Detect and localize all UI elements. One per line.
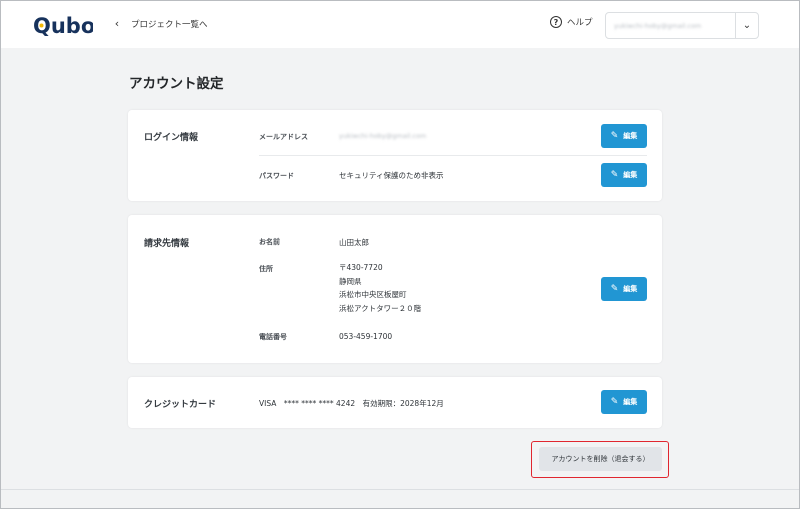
credit-card-value: VISA **** **** **** 4242 有効期限：2028年12月	[259, 399, 444, 408]
help-label: ヘルプ	[567, 18, 593, 28]
edit-label: 編集	[623, 171, 638, 179]
address-city: 浜松市中央区板屋町	[339, 290, 407, 299]
address-label: 住所	[259, 265, 273, 273]
pencil-icon: ✎	[610, 131, 619, 141]
address-postal: 〒430-7720	[339, 263, 383, 272]
back-label: プロジェクト一覧へ	[131, 19, 208, 30]
chevron-down-icon[interactable]: ⌄	[736, 20, 758, 31]
email-label: メールアドレス	[259, 133, 308, 141]
delete-account-button[interactable]: アカウントを削除（退会する）	[539, 447, 662, 471]
password-label: パスワード	[259, 172, 294, 180]
edit-email-button[interactable]: ✎ 編集	[601, 124, 647, 148]
edit-billing-button[interactable]: ✎ 編集	[601, 277, 647, 301]
top-header: Qubo ‹ プロジェクト一覧へ ? ヘルプ yukiwchi-hoby@gma…	[1, 1, 799, 48]
credit-card-card: クレジットカード VISA **** **** **** 4242 有効期限：2…	[128, 377, 662, 428]
password-value: セキュリティ保護のため非表示	[339, 171, 444, 180]
login-info-title: ログイン情報	[144, 133, 199, 143]
edit-label: 編集	[623, 285, 638, 293]
pencil-icon: ✎	[610, 170, 619, 180]
address-building: 浜松アクトタワー２０階	[339, 303, 422, 313]
page-title: アカウント設定	[129, 76, 224, 92]
address-prefecture: 静岡県	[339, 276, 362, 286]
qubo-logo[interactable]: Qubo	[33, 12, 93, 38]
help-link[interactable]: ? ヘルプ	[550, 16, 593, 28]
help-icon: ?	[550, 16, 562, 28]
account-dropdown[interactable]: yukiwchi-hoby@gmail.com ⌄	[605, 12, 759, 39]
phone-value: 053-459-1700	[339, 332, 393, 341]
name-label: お名前	[259, 238, 280, 246]
credit-card-title: クレジットカード	[144, 400, 217, 410]
edit-password-button[interactable]: ✎ 編集	[601, 163, 647, 187]
billing-info-title: 請求先情報	[144, 239, 190, 249]
login-info-card: ログイン情報 メールアドレス yukiwchi-hoby@gmail.com ✎…	[128, 110, 662, 201]
row-divider	[259, 155, 647, 156]
pencil-icon: ✎	[610, 397, 619, 407]
edit-label: 編集	[623, 398, 638, 406]
edit-label: 編集	[623, 132, 638, 140]
footer-divider	[1, 489, 799, 490]
address-value: 〒430-7720 静岡県 浜松市中央区板屋町 浜松アクトタワー２０階	[339, 261, 421, 315]
name-value: 山田太郎	[339, 238, 369, 247]
phone-label: 電話番号	[259, 333, 287, 341]
chevron-left-icon: ‹	[114, 17, 120, 30]
edit-credit-card-button[interactable]: ✎ 編集	[601, 390, 647, 414]
billing-info-card: 請求先情報 お名前 山田太郎 住所 〒430-7720 静岡県 浜松市中央区板屋…	[128, 215, 662, 363]
account-email: yukiwchi-hoby@gmail.com	[614, 21, 702, 30]
email-value: yukiwchi-hoby@gmail.com	[339, 132, 427, 140]
pencil-icon: ✎	[610, 284, 619, 294]
back-to-projects-link[interactable]: ‹ プロジェクト一覧へ	[111, 17, 208, 30]
